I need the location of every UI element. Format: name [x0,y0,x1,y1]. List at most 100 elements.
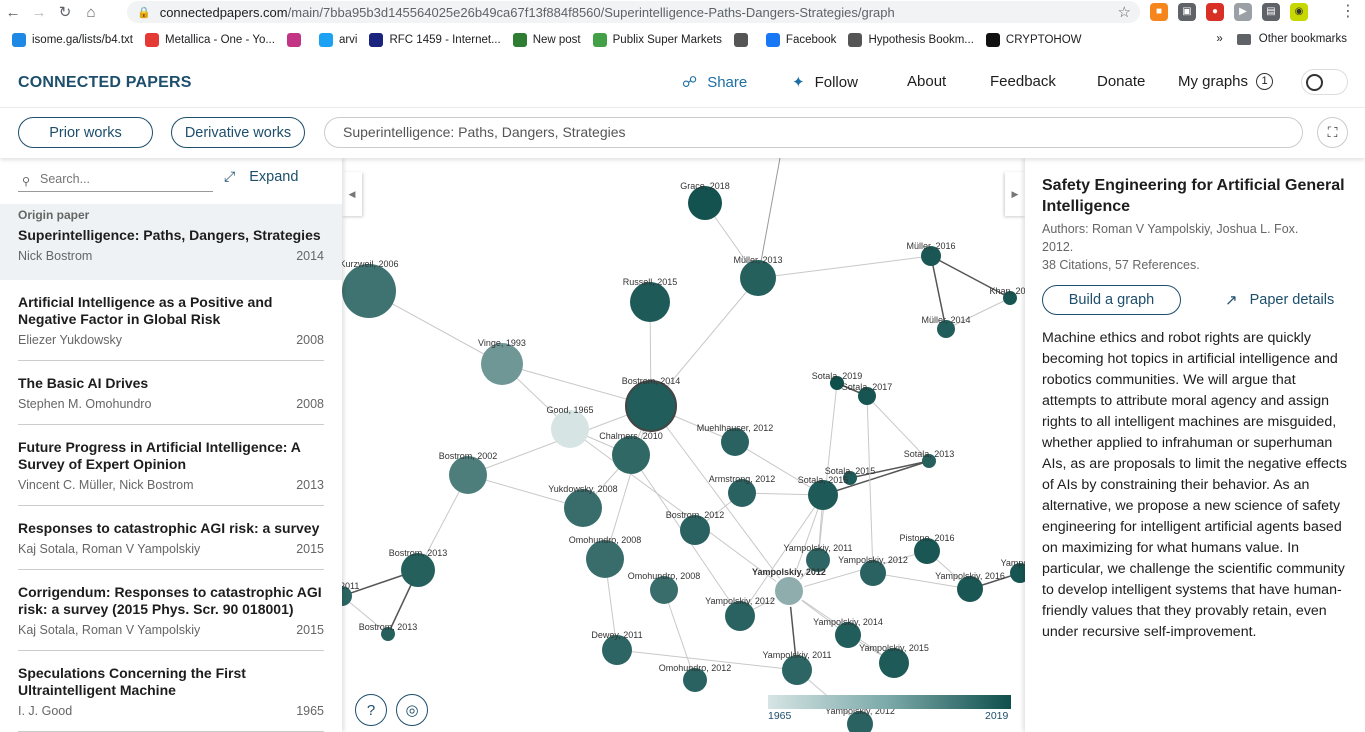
collapse-right-icon[interactable]: ▶ [1005,172,1025,216]
bookmark-item[interactable]: RFC 1459 - Internet... [369,33,501,47]
screenshot-extension-icon[interactable]: ▣ [1178,3,1196,21]
paper-list-item[interactable]: Responses to catastrophic AGI risk: a su… [18,506,324,570]
graph-node-label: Bostrom, 2012 [666,510,725,520]
overflow-chevron-icon[interactable]: » [1216,33,1222,45]
bookmark-item[interactable]: Hypothesis Bookm... [848,33,974,47]
paper-authors: Kaj Sotala, Roman V Yampolskiy [18,623,201,637]
bookmark-label: RFC 1459 - Internet... [389,34,501,46]
graph-edge [650,405,790,592]
graph-node[interactable] [481,343,523,385]
build-graph-button[interactable]: Build a graph [1042,285,1181,315]
graph-node-label: Yampolskiy, 2014 [813,617,883,627]
paper-list: Artificial Intelligence as a Positive an… [18,280,324,732]
prior-works-button[interactable]: Prior works [18,117,153,148]
graph-node-label: Chalmers, 2010 [599,431,663,441]
graph-node[interactable] [773,575,805,607]
follow-button[interactable]: ✦ Follow [792,73,858,92]
home-icon[interactable]: ⌂ [78,0,104,24]
other-bookmarks-label: Other bookmarks [1258,33,1347,45]
graph-node-label: Yampolskiy, 2015 [859,643,929,653]
graph-title-field[interactable]: Superintelligence: Paths, Dangers, Strat… [324,117,1303,148]
graph-node[interactable] [449,456,487,494]
fullscreen-icon[interactable]: ⛶ [1317,117,1348,148]
bookmark-favicon-icon [12,33,26,47]
origin-paper[interactable]: Origin paper Superintelligence: Paths, D… [0,204,342,280]
graph-node-label: Sotala, 2019 [812,371,863,381]
graph-node[interactable] [342,264,396,318]
graph-node[interactable] [740,260,776,296]
recenter-icon[interactable]: ◎ [396,694,428,726]
expand-label: Expand [249,168,299,185]
external-link-icon: ↗ [1225,292,1238,309]
logo[interactable]: CONNECTED PAPERS [18,74,192,92]
graph-node-label: Bostrom, 2002 [439,451,498,461]
graph-node[interactable] [688,186,722,220]
graph-node[interactable] [564,489,602,527]
theme-toggle[interactable] [1301,69,1348,95]
bookmark-item[interactable] [286,33,307,47]
back-icon[interactable]: ← [0,0,26,24]
bookmark-item[interactable]: isome.ga/lists/b4.txt [12,33,133,47]
paper-list-item[interactable]: Future Progress in Artificial Intelligen… [18,425,324,506]
graph-node[interactable] [551,410,589,448]
metamask-extension-icon[interactable]: ■ [1150,3,1168,21]
bookmark-item[interactable]: Publix Super Markets [592,33,722,47]
sun-icon [1306,74,1323,91]
paper-list-item[interactable]: Artificial Intelligence as a Positive an… [18,280,324,361]
graph-node-label: Bostrom, 2013 [359,622,418,632]
paper-title: Responses to catastrophic AGI risk: a su… [18,520,320,536]
origin-title: Superintelligence: Paths, Dangers, Strat… [18,227,321,243]
graph-node[interactable] [586,540,624,578]
graph-edge [757,255,932,279]
share-label: Share [707,73,748,91]
bookmark-label: New post [532,34,581,46]
graph-node[interactable] [612,436,650,474]
browser-menu-icon[interactable]: ⋮ [1340,1,1356,21]
app-header: CONNECTED PAPERS ☍ Share ✦ Follow About … [0,56,1365,108]
url-host: connectedpapers.com [159,4,288,20]
help-icon[interactable]: ? [355,694,387,726]
donate-link[interactable]: Donate [1097,73,1145,90]
graph-node-label: Khan, 201 [989,286,1025,296]
paper-list-item[interactable]: Corrigendum: Responses to catastrophic A… [18,570,324,651]
search-icon: ⚲ [22,176,31,188]
bookmark-item[interactable]: CRYPTOHOW [985,33,1082,47]
my-graphs-button[interactable]: My graphs 1 [1178,73,1274,90]
graph-node[interactable] [625,380,677,432]
bookmark-star-icon[interactable]: ☆ [1118,3,1131,21]
reload-icon[interactable]: ↻ [52,0,78,24]
search-input[interactable] [40,172,210,186]
address-bar[interactable]: 🔒 connectedpapers.com/main/7bba95b3d1455… [127,1,1140,23]
bookmark-label: isome.ga/lists/b4.txt [32,34,133,46]
forward-icon[interactable]: → [26,0,52,24]
paper-list-item[interactable]: Speculations Concerning the First Ultrai… [18,651,324,732]
paper-list-item[interactable]: The Basic AI Drives Stephen M. Omohundro 2… [18,361,324,425]
map-pin-extension-icon[interactable]: ● [1206,3,1224,21]
graph-node[interactable] [401,553,435,587]
graph-node[interactable] [630,282,670,322]
bookmark-item[interactable]: arvi [318,33,357,47]
tag-extension-icon[interactable]: ▶ [1234,3,1252,21]
bookmark-item[interactable]: New post [512,33,581,47]
graph-canvas[interactable]: Grace, 2018 Müller, 2013 Müller, 2016 Khan,… [342,158,1025,732]
bookmark-item[interactable]: Metallica - One - Yo... [144,33,275,47]
year-legend-bar [768,695,1011,709]
browser-toolbar: ← → ↻ ⌂ 🔒 connectedpapers.com/main/7bba9… [0,0,1365,24]
share-button[interactable]: ☍ Share [682,73,748,92]
graph-node-label: Sotala, 2015 [798,475,849,485]
feedback-link[interactable]: Feedback [990,73,1056,90]
expand-button[interactable]: ⤢ Expand [224,168,298,185]
derivative-works-button[interactable]: Derivative works [171,117,305,148]
bookmarks-bar: isome.ga/lists/b4.txt Metallica - One - Y… [0,28,1365,52]
bookmark-item[interactable]: Facebook [765,33,836,47]
paper-year: 2015 [296,623,324,637]
collapse-left-icon[interactable]: ◀ [342,172,362,216]
bookmark-item[interactable] [733,33,754,47]
reader-extension-icon[interactable]: ▤ [1262,3,1280,21]
origin-year: 2014 [296,249,324,263]
paper-details-link[interactable]: ↗ Paper details [1225,291,1334,309]
other-bookmarks[interactable]: » Other bookmarks [1216,33,1347,45]
about-link[interactable]: About [907,73,946,90]
yellow-extension-icon[interactable]: ◉ [1290,3,1308,21]
origin-authors: Nick Bostrom [18,249,93,263]
